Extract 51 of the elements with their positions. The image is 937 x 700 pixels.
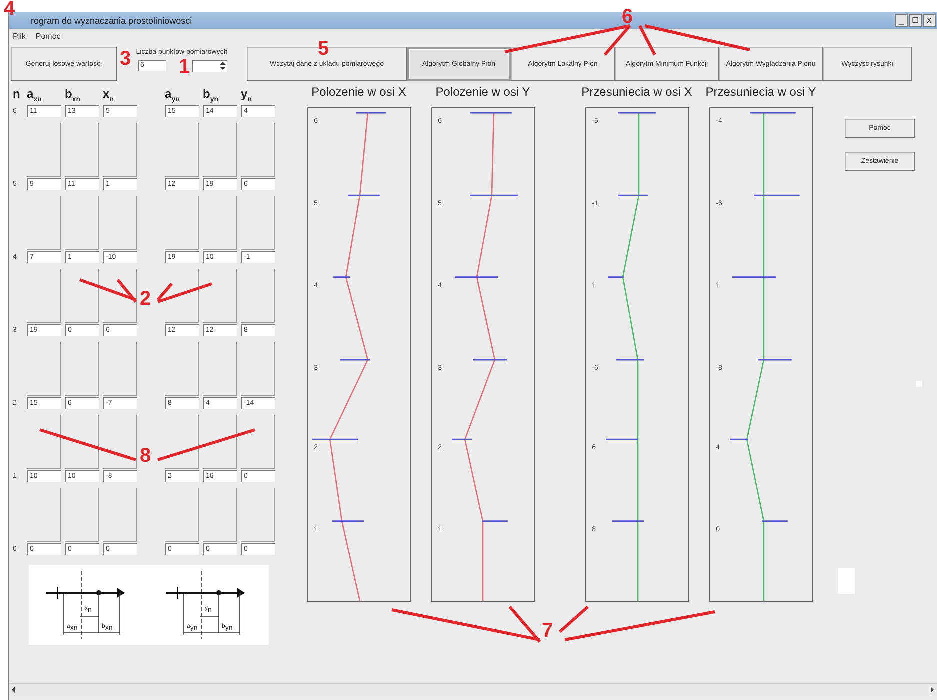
- callout-number: 6: [622, 6, 634, 29]
- callout-number: 8: [140, 445, 152, 468]
- tick-mark: [333, 276, 350, 278]
- tick-mark: [754, 194, 800, 196]
- column-header: x$_{n}$: [103, 87, 114, 104]
- tick-mark: [608, 276, 624, 278]
- column-header: a$_{yn}$: [165, 87, 180, 104]
- window-control[interactable]: _: [895, 14, 908, 27]
- tick-mark: [618, 112, 656, 114]
- tick-mark: [606, 438, 638, 440]
- tick-mark: [758, 359, 792, 361]
- menu-item[interactable]: Pomoc: [36, 32, 61, 45]
- plot-title: Polozenie w osi X: [312, 85, 406, 101]
- window-title: rogram do wyznaczania prostoliniowosci: [31, 16, 192, 26]
- tick-mark: [750, 112, 796, 114]
- tick-mark: [470, 112, 512, 114]
- spinner-field[interactable]: [192, 60, 226, 72]
- tick-mark: [455, 276, 498, 278]
- plot-title: Przesuniecia w osi Y: [706, 85, 816, 101]
- tick-mark: [612, 520, 644, 522]
- tick-mark: [340, 359, 370, 361]
- tick-mark: [762, 520, 788, 522]
- horizontal-scrollbar[interactable]: [9, 683, 937, 696]
- tick-mark: [482, 520, 508, 522]
- column-header: b$_{xn}$: [65, 87, 81, 104]
- tick-mark: [730, 438, 748, 440]
- tick-mark: [452, 438, 472, 440]
- spinner-arrows-icon[interactable]: [218, 61, 226, 71]
- column-header: b$_{yn}$: [203, 87, 219, 104]
- tick-mark: [356, 112, 386, 114]
- plot-title: Przesuniecia w osi X: [582, 85, 692, 101]
- menu-item[interactable]: Plik: [13, 32, 26, 45]
- tick-mark: [473, 359, 507, 361]
- callout-number: 7: [542, 620, 554, 643]
- tick-mark: [618, 194, 648, 196]
- tick-mark: [616, 359, 644, 361]
- window-control[interactable]: □: [909, 14, 922, 27]
- tick-mark: [312, 438, 358, 440]
- callout-number: 2: [140, 288, 152, 311]
- callout-number: 1: [179, 56, 190, 79]
- callout-number: 3: [120, 48, 132, 71]
- tick-mark: [470, 194, 518, 196]
- column-header: n: [13, 87, 20, 101]
- window-control[interactable]: x: [923, 14, 936, 27]
- tick-mark: [348, 194, 380, 196]
- plot-title: Polozenie w osi Y: [436, 85, 530, 101]
- callout-number: 4: [4, 0, 16, 21]
- column-header: y$_{n}$: [241, 87, 252, 104]
- column-header: a$_{xn}$: [27, 87, 42, 104]
- tick-mark: [732, 276, 776, 278]
- tick-mark: [332, 520, 364, 522]
